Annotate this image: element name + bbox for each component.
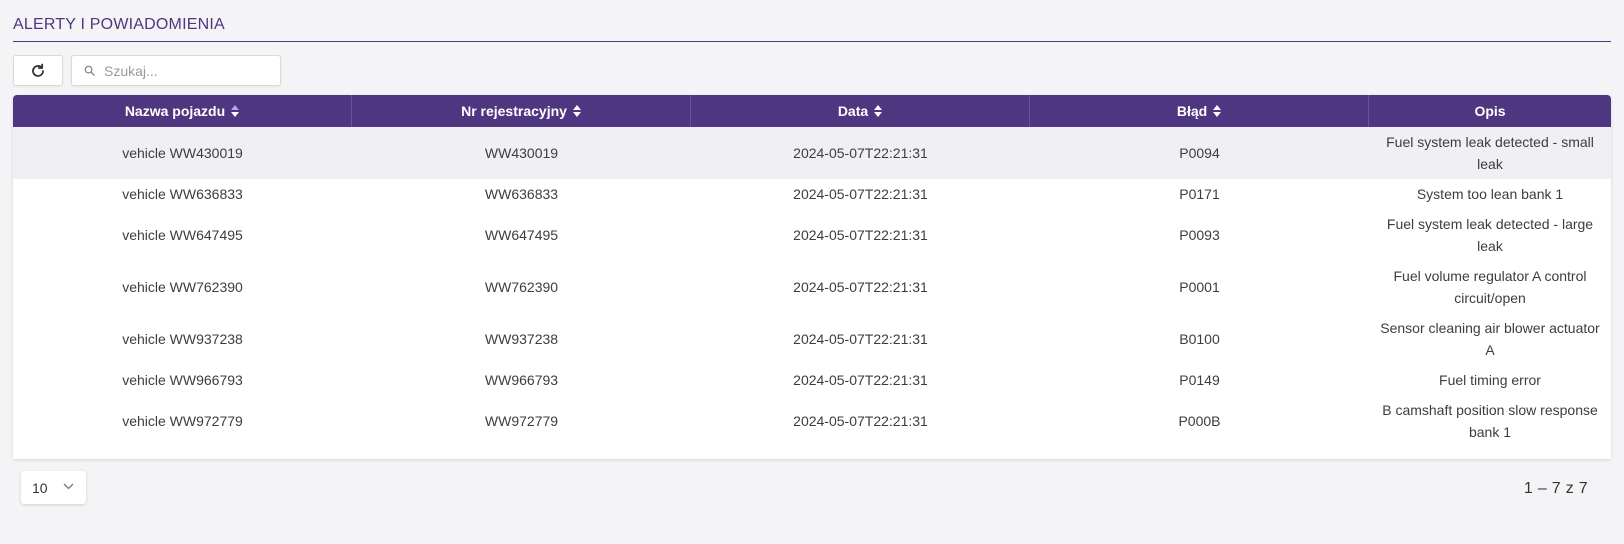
column-header-label: Opis: [1474, 103, 1506, 119]
cell-description: Fuel timing error: [1439, 372, 1541, 388]
cell-description: B camshaft position slow response bank 1: [1382, 402, 1598, 440]
search-box[interactable]: [71, 55, 281, 86]
cell-description: Sensor cleaning air blower actuator A: [1380, 320, 1600, 358]
cell-vehicle-name: vehicle WW636833: [122, 186, 243, 202]
column-header-label: Nr rejestracyjny: [461, 103, 567, 119]
page-title: ALERTY I POWIADOMIENIA: [13, 16, 225, 33]
chevron-down-icon: [63, 483, 74, 490]
cell-description: Fuel system leak detected - small leak: [1386, 134, 1594, 172]
cell-error: P0149: [1179, 372, 1220, 388]
cell-description: System too lean bank 1: [1416, 186, 1564, 202]
cell-description: Fuel volume regulator A control circuit/…: [1393, 268, 1587, 306]
title-divider: [13, 41, 1611, 42]
cell-vehicle-name: vehicle WW430019: [122, 145, 243, 161]
cell-registration: WW430019: [484, 145, 559, 161]
table-row[interactable]: vehicle WW636833 WW636833 2024-05-07T22:…: [13, 179, 1611, 209]
column-header-description: Opis: [1369, 95, 1611, 127]
table-row[interactable]: vehicle WW972779 WW972779 2024-05-07T22:…: [13, 395, 1611, 447]
column-header-label: Nazwa pojazdu: [124, 103, 226, 119]
cell-date: 2024-05-07T22:21:31: [793, 331, 928, 347]
table-row[interactable]: vehicle WW647495 WW647495 2024-05-07T22:…: [13, 209, 1611, 261]
sort-icon: [874, 105, 883, 117]
cell-vehicle-name: vehicle WW966793: [122, 372, 243, 388]
column-header-registration[interactable]: Nr rejestracyjny: [352, 95, 691, 127]
refresh-button[interactable]: [13, 55, 63, 86]
table-row[interactable]: vehicle WW966793 WW966793 2024-05-07T22:…: [13, 365, 1611, 395]
refresh-icon: [32, 63, 44, 77]
cell-date: 2024-05-07T22:21:31: [793, 186, 928, 202]
cell-date: 2024-05-07T22:21:31: [793, 227, 928, 243]
cell-vehicle-name: vehicle WW972779: [122, 413, 243, 429]
page-size-value: 10: [32, 479, 48, 496]
pagination-range: 1 – 7 z 7: [1523, 480, 1588, 497]
cell-registration: WW937238: [484, 331, 559, 347]
cell-error: P0094: [1179, 145, 1220, 161]
search-input[interactable]: [104, 62, 274, 79]
cell-date: 2024-05-07T22:21:31: [793, 279, 928, 295]
table-row[interactable]: vehicle WW762390 WW762390 2024-05-07T22:…: [13, 261, 1611, 313]
column-header-date[interactable]: Data: [691, 95, 1030, 127]
cell-error: P000B: [1178, 413, 1221, 429]
cell-registration: WW966793: [484, 372, 559, 388]
table-header: Nazwa pojazdu Nr rejestracyjny Data Błąd…: [13, 95, 1611, 127]
cell-registration: WW762390: [484, 279, 559, 295]
cell-vehicle-name: vehicle WW937238: [122, 331, 243, 347]
alerts-table: Nazwa pojazdu Nr rejestracyjny Data Błąd…: [13, 95, 1611, 459]
cell-error: P0171: [1179, 186, 1220, 202]
column-header-error[interactable]: Błąd: [1030, 95, 1369, 127]
cell-error: B0100: [1179, 331, 1220, 347]
cell-date: 2024-05-07T22:21:31: [793, 413, 928, 429]
column-header-label: Błąd: [1176, 103, 1208, 119]
cell-registration: WW636833: [484, 186, 559, 202]
cell-vehicle-name: vehicle WW647495: [122, 227, 243, 243]
page-size-select[interactable]: 10: [21, 471, 86, 504]
cell-registration: WW647495: [484, 227, 559, 243]
cell-error: P0093: [1179, 227, 1220, 243]
cell-error: P0001: [1179, 279, 1220, 295]
table-row[interactable]: vehicle WW937238 WW937238 2024-05-07T22:…: [13, 313, 1611, 365]
table-row[interactable]: vehicle WW430019 WW430019 2024-05-07T22:…: [13, 127, 1611, 179]
sort-icon: [1213, 105, 1222, 117]
search-icon: [84, 65, 95, 76]
cell-date: 2024-05-07T22:21:31: [793, 145, 928, 161]
sort-icon: [231, 105, 240, 117]
column-header-label: Data: [837, 103, 869, 119]
cell-date: 2024-05-07T22:21:31: [793, 372, 928, 388]
sort-icon: [572, 105, 581, 117]
cell-vehicle-name: vehicle WW762390: [122, 279, 243, 295]
cell-registration: WW972779: [484, 413, 559, 429]
cell-description: Fuel system leak detected - large leak: [1386, 216, 1594, 254]
column-header-vehicle-name[interactable]: Nazwa pojazdu: [13, 95, 352, 127]
